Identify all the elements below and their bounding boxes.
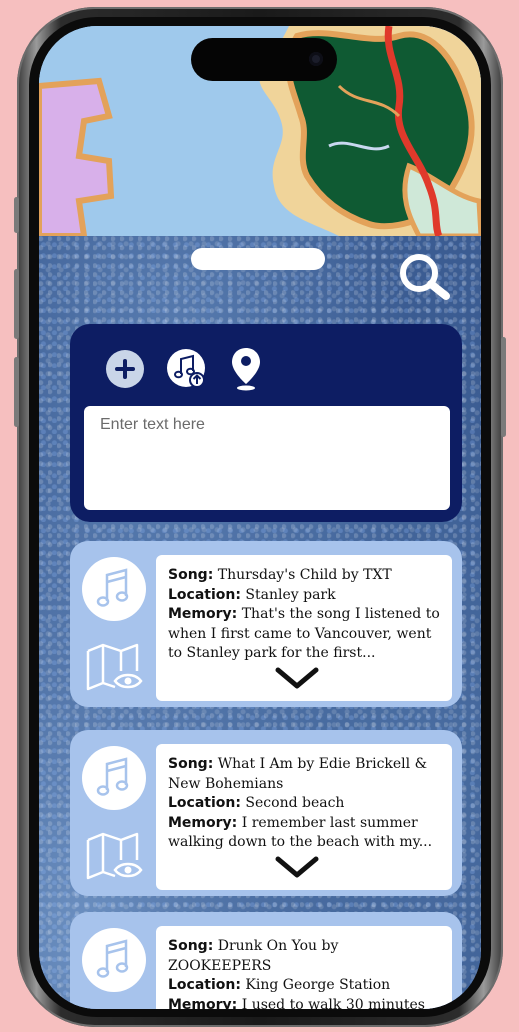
phone-frame: Song: Thursday's Child by TXT Location: … [14, 7, 506, 1027]
memory-label: Memory: [168, 814, 238, 831]
play-song-button[interactable] [82, 928, 146, 992]
song-label: Song: [168, 756, 214, 772]
memory-text-input[interactable] [84, 406, 450, 510]
action-button [14, 197, 19, 233]
location-value: Second beach [245, 795, 345, 811]
song-label: Song: [168, 567, 214, 583]
dynamic-island [191, 38, 337, 81]
location-label: Location: [168, 795, 241, 811]
song-label: Song: [168, 938, 214, 954]
view-on-map-button[interactable] [85, 830, 143, 884]
memory-details: Song: Drunk On You by ZOOKEEPERS Locatio… [156, 926, 452, 1009]
app-screen: Song: Thursday's Child by TXT Location: … [39, 26, 481, 1009]
location-value: King George Station [245, 977, 391, 993]
chevron-down-icon [275, 667, 319, 689]
memory-card[interactable]: Song: Thursday's Child by TXT Location: … [70, 541, 462, 707]
location-label: Location: [168, 586, 241, 603]
memory-details: Song: What I Am by Edie Brickell & New B… [156, 744, 452, 890]
drag-handle[interactable] [191, 248, 325, 270]
location-label: Location: [168, 977, 241, 993]
music-note-icon [96, 568, 129, 607]
search-icon [400, 254, 450, 300]
power-button [501, 337, 506, 437]
location-button[interactable] [230, 346, 262, 392]
view-on-map-button[interactable] [85, 641, 143, 695]
map-view-icon [86, 643, 143, 691]
memory-details: Song: Thursday's Child by TXT Location: … [156, 555, 452, 701]
map-view-icon [86, 832, 143, 880]
expand-button[interactable] [274, 665, 320, 691]
memory-card[interactable]: Song: What I Am by Edie Brickell & New B… [70, 730, 462, 896]
chevron-down-icon [275, 856, 319, 878]
music-note-icon [96, 939, 129, 978]
music-upload-icon [167, 349, 205, 388]
music-upload-button[interactable] [166, 348, 206, 388]
add-icon[interactable] [106, 350, 144, 388]
song-value: Thursday's Child by TXT [217, 567, 392, 583]
location-pin-icon [232, 348, 260, 391]
memory-label: Memory: [168, 996, 238, 1010]
location-value: Stanley park [245, 586, 336, 603]
play-song-button[interactable] [82, 746, 146, 810]
memory-label: Memory: [168, 606, 238, 622]
play-song-button[interactable] [82, 557, 146, 621]
expand-button[interactable] [274, 854, 320, 880]
memory-composer [70, 324, 462, 522]
search-button[interactable] [397, 251, 453, 301]
front-camera [309, 52, 323, 66]
volume-up-button [14, 269, 19, 339]
memory-card[interactable]: Song: Drunk On You by ZOOKEEPERS Locatio… [70, 912, 462, 1009]
volume-down-button [14, 357, 19, 427]
music-note-icon [96, 757, 129, 796]
